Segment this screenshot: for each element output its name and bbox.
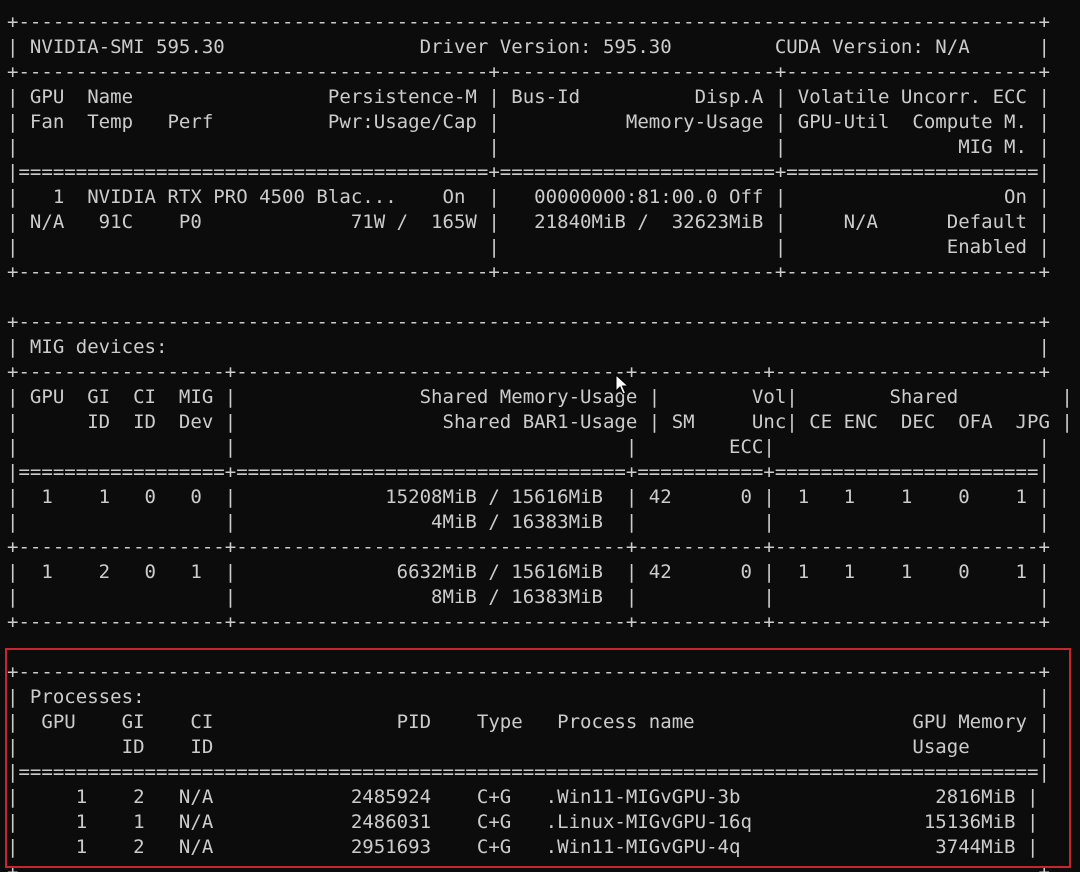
terminal-line: | ID ID Dev | Shared BAR1-Usage | SM Unc… xyxy=(7,411,1073,433)
terminal-line: | | | Enabled | xyxy=(7,236,1050,258)
terminal-line: |=======================================… xyxy=(7,761,1050,783)
nvidia-smi-output: +---------------------------------------… xyxy=(7,10,1073,872)
terminal-line: | | | MIG M. | xyxy=(7,136,1050,158)
terminal-line: | | 8MiB / 16383MiB | | | xyxy=(7,586,1050,608)
terminal-line: +---------------------------------------… xyxy=(7,861,1050,872)
terminal-line: | Fan Temp Perf Pwr:Usage/Cap | Memory-U… xyxy=(7,111,1050,133)
terminal-line: +---------------------------------------… xyxy=(7,311,1050,333)
terminal-line: | 1 1 0 0 | 15208MiB / 15616MiB | 42 0 |… xyxy=(7,486,1050,508)
terminal-line: |==================+====================… xyxy=(7,461,1050,483)
terminal-line: | 1 2 0 1 | 6632MiB / 15616MiB | 42 0 | … xyxy=(7,561,1050,583)
terminal-line: | | | ECC| | xyxy=(7,436,1050,458)
terminal-line: +------------------+--------------------… xyxy=(7,536,1050,558)
mouse-pointer-icon xyxy=(615,374,629,395)
terminal-line: | GPU GI CI PID Type Process name GPU Me… xyxy=(7,711,1050,733)
terminal-line: | GPU Name Persistence-M | Bus-Id Disp.A… xyxy=(7,86,1050,108)
terminal-line: | | 4MiB / 16383MiB | | | xyxy=(7,511,1050,533)
terminal-line: | ID ID Usage | xyxy=(7,736,1050,758)
terminal-line: +------------------+--------------------… xyxy=(7,611,1050,633)
terminal-line: | 1 NVIDIA RTX PRO 4500 Blac... On | 000… xyxy=(7,186,1050,208)
terminal-line: | Processes: | xyxy=(7,686,1050,708)
terminal-line: +------------------+--------------------… xyxy=(7,361,1050,383)
terminal-line: | GPU GI CI MIG | Shared Memory-Usage | … xyxy=(7,386,1073,408)
terminal-line: +---------------------------------------… xyxy=(7,11,1050,33)
terminal-line: +---------------------------------------… xyxy=(7,661,1050,683)
terminal-line: | NVIDIA-SMI 595.30 Driver Version: 595.… xyxy=(7,36,1050,58)
terminal-line: |=======================================… xyxy=(7,161,1050,183)
terminal-line: +---------------------------------------… xyxy=(7,61,1050,83)
terminal-line: | N/A 91C P0 71W / 165W | 21840MiB / 326… xyxy=(7,211,1050,233)
terminal-window[interactable]: +---------------------------------------… xyxy=(0,0,1080,872)
terminal-line: +---------------------------------------… xyxy=(7,261,1050,283)
terminal-line: | 1 2 N/A 2485924 C+G .Win11-MIGvGPU-3b … xyxy=(7,786,1039,808)
terminal-line: | MIG devices: | xyxy=(7,336,1050,358)
terminal-line: | 1 1 N/A 2486031 C+G .Linux-MIGvGPU-16q… xyxy=(7,811,1039,833)
terminal-line: | 1 2 N/A 2951693 C+G .Win11-MIGvGPU-4q … xyxy=(7,836,1039,858)
